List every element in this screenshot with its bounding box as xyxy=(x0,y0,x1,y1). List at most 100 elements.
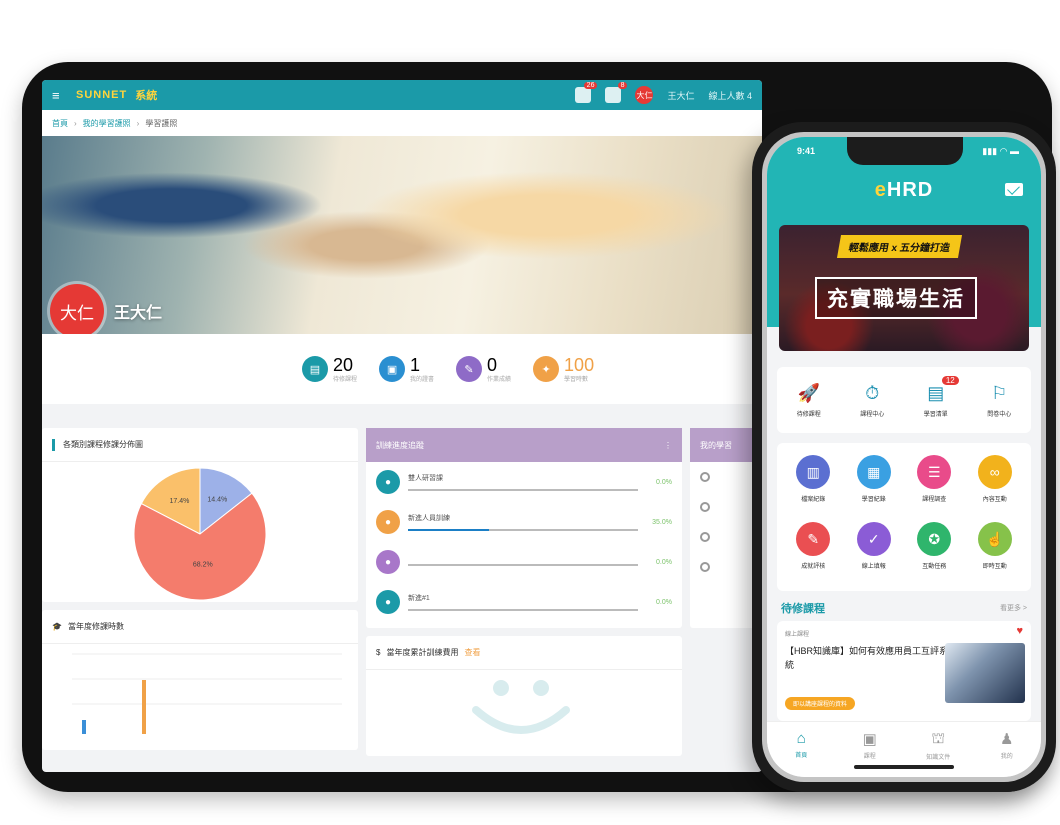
card-title: 當年度累計訓練費用 xyxy=(386,648,459,657)
course-title: 【HBR知識庫】如何有效應用員工互評系統 xyxy=(785,646,949,670)
stat-hours[interactable]: ✦ 100 學習時數 xyxy=(533,356,594,383)
course-tag: 線上課程 xyxy=(785,632,810,638)
user-name[interactable]: 王大仁 xyxy=(667,89,694,102)
progress-title: 雙人研習課 xyxy=(408,475,443,482)
phone-frame: 9:41 ▮▮▮ ◠ ▬ eHRD 輕鬆應用 x 五分鐘打造 充實職場生活 🚀 待… xyxy=(752,122,1056,792)
survey-icon: ☰ xyxy=(917,455,952,489)
smile-illustration xyxy=(472,680,570,734)
tab-item[interactable]: ⌂ 首頁 xyxy=(776,730,826,759)
clock-icon xyxy=(700,472,710,482)
progress-title: 新進人員訓練 xyxy=(408,515,450,522)
stat-label: 作業成績 xyxy=(487,376,512,383)
quick-item[interactable]: ⏱ 課程中心 xyxy=(847,382,897,418)
bar-mark xyxy=(82,720,86,734)
feature-item[interactable]: ☝ 即時互動 xyxy=(965,522,1026,579)
check-icon: ✓ xyxy=(856,522,891,556)
pie-label: 68.2% xyxy=(193,562,213,569)
stat-value: 100 xyxy=(564,354,595,375)
notification-icon[interactable]: 26 xyxy=(575,82,598,103)
progress-body: 新進#1 xyxy=(408,593,638,611)
progress-item[interactable]: ● 新進人員訓練 35.0% xyxy=(366,502,682,542)
expand-icon[interactable]: ⋮ xyxy=(664,441,672,450)
feature-item[interactable]: ▥ 檔案紀錄 xyxy=(783,455,844,512)
quick-label: 學習清單 xyxy=(923,412,948,418)
breadcrumb-passport[interactable]: 我的學習護照 xyxy=(83,118,131,129)
avatar[interactable]: 大仁 xyxy=(635,86,654,104)
tab-item[interactable]: ⛫ 知識文件 xyxy=(913,730,963,761)
progress-percent: 0.0% xyxy=(656,478,672,486)
quick-item[interactable]: ⚐ 問卷中心 xyxy=(974,382,1024,418)
see-more-link[interactable]: 看更多 > xyxy=(1000,603,1027,613)
yearly-hours-card: 🎓 當年度修課時數 xyxy=(42,610,358,750)
header-accent xyxy=(52,438,55,451)
progress-item[interactable]: ● 0.0% xyxy=(366,542,682,582)
calendar-icon: ▦ xyxy=(856,455,891,489)
feature-item[interactable]: ☰ 課程調查 xyxy=(904,455,965,512)
breadcrumb: 首頁 › 我的學習護照 › 學習護照 xyxy=(42,110,762,136)
card-header: 訓練進度追蹤 ⋮ xyxy=(366,428,682,462)
section-title: 待修課程 xyxy=(781,603,825,615)
progress-item[interactable]: ● 新進#1 0.0% xyxy=(366,582,682,622)
card-header: 各類別課程修課分佈圖 xyxy=(42,428,358,462)
section-header: 待修課程 看更多 > xyxy=(777,597,1031,619)
feature-item[interactable]: ✎ 成就評核 xyxy=(783,522,844,579)
stat-homework[interactable]: ✎ 0 作業成績 xyxy=(456,356,511,383)
heart-icon[interactable]: ♥ xyxy=(1016,625,1023,637)
feature-item[interactable]: ∞ 內容互動 xyxy=(965,455,1026,512)
progress-track xyxy=(408,564,638,566)
message-badge: 8 xyxy=(617,82,628,89)
stat-certificates[interactable]: ▣ 1 我的證書 xyxy=(379,356,434,383)
file-history-icon: ▥ xyxy=(796,455,831,489)
card-title: 各類別課程修課分佈圖 xyxy=(63,440,143,449)
budget-tag[interactable]: 查看 xyxy=(464,647,480,658)
yearly-bar-chart xyxy=(72,653,342,734)
progress-percent: 0.0% xyxy=(656,558,672,566)
feature-label: 學習紀錄 xyxy=(861,497,886,503)
quick-item[interactable]: 🚀 待修課程 xyxy=(784,382,834,418)
tab-label: 首頁 xyxy=(795,753,808,759)
profile-avatar[interactable]: 大仁 xyxy=(50,284,104,334)
card-title: 當年度修課時數 xyxy=(67,622,124,631)
tab-label: 知識文件 xyxy=(926,755,951,761)
breadcrumb-home[interactable]: 首頁 xyxy=(52,118,68,129)
profile-user: 大仁 王大仁 xyxy=(50,284,162,334)
brand-logo[interactable]: SUNNET xyxy=(76,89,127,101)
progress-track xyxy=(408,529,638,531)
mail-icon[interactable] xyxy=(1005,183,1023,196)
breadcrumb-separator: › xyxy=(136,118,140,128)
pie-chart: 17.4% 14.4% 68.2% xyxy=(133,467,267,601)
menu-icon[interactable]: ≡ xyxy=(52,88,66,103)
logo-e: e xyxy=(874,179,887,201)
status-icons: ▮▮▮ ◠ ▬ xyxy=(982,146,1019,156)
quick-label: 問卷中心 xyxy=(987,412,1012,418)
pie-label: 17.4% xyxy=(169,498,189,505)
logo-text: HRD xyxy=(886,179,934,201)
link-icon: ∞ xyxy=(977,455,1012,489)
progress-list: ● 雙人研習課 0.0% ● 新進人員訓練 35.0% ● 0.0% ● 新進#1 0.0% xyxy=(366,462,682,622)
promo-banner[interactable]: 輕鬆應用 x 五分鐘打造 充實職場生活 xyxy=(779,225,1029,351)
stat-label: 學習時數 xyxy=(564,376,589,383)
feature-item[interactable]: ✓ 線上填報 xyxy=(844,522,905,579)
progress-fill xyxy=(408,529,489,531)
stat-label: 待修課程 xyxy=(333,376,358,383)
tab-item[interactable]: ♟ 我的 xyxy=(982,730,1032,760)
progress-item[interactable]: ● 雙人研習課 0.0% xyxy=(366,462,682,502)
stat-pending-courses[interactable]: ▤ 20 待修課程 xyxy=(302,356,357,383)
course-thumbnail xyxy=(945,643,1025,703)
course-card[interactable]: 線上課程 【HBR知識庫】如何有效應用員工互評系統 即以講座課程的資料 ♥ xyxy=(777,621,1031,721)
progress-card: 訓練進度追蹤 ⋮ ● 雙人研習課 0.0% ● 新進人員訓練 35.0% ● 0.0% ● 新進#1… xyxy=(366,428,682,628)
tab-label: 我的 xyxy=(1000,754,1013,760)
top-bar: ≡ SUNNET 系統 26 8 大仁 王大仁 線上人數 4 xyxy=(42,80,762,110)
feature-item[interactable]: ✪ 互動任務 xyxy=(904,522,965,579)
tab-item[interactable]: ▣ 課程 xyxy=(845,730,895,760)
course-icon: ▣ xyxy=(862,731,877,748)
status-time: 9:41 xyxy=(797,146,816,156)
hat-icon: ✦ xyxy=(533,356,560,382)
quick-item[interactable]: ▤ 學習清單 12 xyxy=(911,376,961,418)
clock-icon xyxy=(700,532,710,542)
stats-bar: ▤ 20 待修課程 ▣ 1 我的證書 ✎ 0 作業成績 ✦ 100 學習時數 xyxy=(42,334,762,404)
message-icon[interactable]: 8 xyxy=(605,82,628,103)
stage: ≡ SUNNET 系統 26 8 大仁 王大仁 線上人數 4 首頁 › 我的學習… xyxy=(0,0,1060,825)
feature-item[interactable]: ▦ 學習紀錄 xyxy=(844,455,905,512)
progress-percent: 0.0% xyxy=(656,598,672,606)
